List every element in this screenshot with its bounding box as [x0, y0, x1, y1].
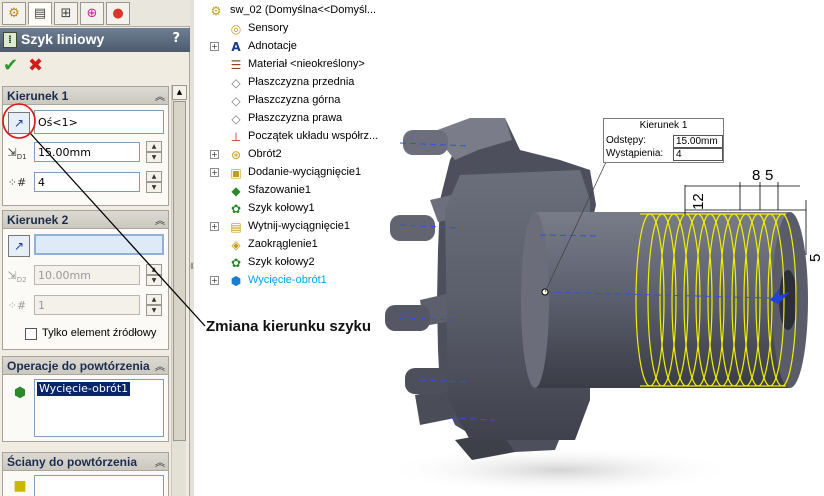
- annotation-text: Zmiana kierunku szyku: [206, 318, 372, 335]
- circular-pattern-icon: ✿: [230, 202, 242, 216]
- tree-item-fillet[interactable]: ◈ Zaokrąglenie1: [0, 236, 380, 254]
- callout-spacing-value[interactable]: 15.00mm: [673, 135, 723, 148]
- circular-pattern-icon: ✿: [230, 256, 242, 270]
- chamfer-icon: ◆: [231, 184, 241, 198]
- dimension-8: 8: [752, 167, 760, 184]
- tree-item-circular-pattern1[interactable]: ✿ Szyk kołowy1: [0, 200, 380, 218]
- tree-item-chamfer[interactable]: ◆ Sfazowanie1: [0, 182, 380, 200]
- pattern-callout: Kierunek 1 Odstępy: 15.00mm Wystąpienia:…: [603, 118, 724, 163]
- expand-icon[interactable]: +: [210, 222, 219, 231]
- tree-item-label: Płaszczyzna przednia: [248, 76, 355, 88]
- tree-root[interactable]: ⚙ sw_02 (Domyślna<<Domyśl...: [0, 2, 380, 20]
- plane-icon: ◇: [231, 112, 241, 126]
- tree-item-sensory[interactable]: ◎ Sensory: [0, 20, 380, 38]
- dimension-5-top: 5: [765, 167, 773, 184]
- tree-item-material[interactable]: ☰ Materiał <nieokreślony>: [0, 56, 380, 74]
- expand-icon[interactable]: +: [210, 42, 219, 51]
- feature-manager-tree: ⚙ sw_02 (Domyślna<<Domyśl... ◎ Sensory +…: [0, 0, 380, 300]
- tree-item-label: Adnotacje: [248, 40, 297, 52]
- callout-title: Kierunek 1: [639, 120, 688, 131]
- tree-item-label: Szyk kołowy2: [248, 256, 315, 268]
- part-icon: ⚙: [210, 4, 222, 18]
- tree-item-extrude[interactable]: + ▣ Dodanie-wyciągnięcie1: [0, 164, 380, 182]
- expand-icon[interactable]: +: [210, 276, 219, 285]
- tree-item-adnotacje[interactable]: + A Adnotacje: [0, 38, 380, 56]
- floor-shadow: [380, 446, 740, 494]
- revolve-icon: ⊛: [230, 148, 242, 162]
- callout-instances-value[interactable]: 4: [673, 148, 723, 161]
- cut-revolve-icon: ⬢: [230, 274, 242, 288]
- tree-item-origin[interactable]: ⊥ Początek układu współrz...: [0, 128, 380, 146]
- callout-spacing-label: Odstępy:: [606, 135, 647, 146]
- material-icon: ☰: [230, 58, 242, 72]
- tree-item-label: Wycięcie-obrót1: [248, 274, 327, 286]
- plane-icon: ◇: [231, 76, 241, 90]
- tree-item-label: Początek układu współrz...: [248, 130, 379, 142]
- tree-item-cut-extrude[interactable]: + ▤ Wytnij-wyciągnięcie1: [0, 218, 380, 236]
- tree-item-label: Obrót2: [248, 148, 282, 160]
- tree-item-top-plane[interactable]: ◇ Płaszczyzna górna: [0, 92, 380, 110]
- expand-icon[interactable]: +: [210, 168, 219, 177]
- tree-item-cut-revolve[interactable]: + ⬢ Wycięcie-obrót1: [0, 272, 380, 290]
- extrude-icon: ▣: [230, 166, 242, 180]
- tree-item-front-plane[interactable]: ◇ Płaszczyzna przednia: [0, 74, 380, 92]
- sensor-icon: ◎: [230, 22, 242, 36]
- tree-item-label: Płaszczyzna górna: [248, 94, 341, 106]
- tree-item-label: Dodanie-wyciągnięcie1: [248, 166, 362, 178]
- plane-icon: ◇: [231, 94, 241, 108]
- callout-instances-label: Wystąpienia:: [606, 148, 664, 159]
- tree-item-label: Sensory: [248, 22, 289, 34]
- tree-item-label: Sfazowanie1: [248, 184, 311, 196]
- origin-icon: ⊥: [230, 130, 242, 144]
- expand-icon[interactable]: +: [210, 150, 219, 159]
- tree-item-label: Szyk kołowy1: [248, 202, 315, 214]
- tree-item-label: Płaszczyzna prawa: [248, 112, 343, 124]
- tree-item-obrot2[interactable]: + ⊛ Obrót2: [0, 146, 380, 164]
- annotations-icon: A: [231, 40, 241, 54]
- tree-item-right-plane[interactable]: ◇ Płaszczyzna prawa: [0, 110, 380, 128]
- tree-item-label: Wytnij-wyciągnięcie1: [248, 220, 350, 232]
- tree-item-label: Materiał <nieokreślony>: [248, 58, 365, 70]
- dimension-5-right: 5: [807, 254, 824, 262]
- dimension-12: 12: [690, 193, 707, 210]
- tree-item-circular-pattern2[interactable]: ✿ Szyk kołowy2: [0, 254, 380, 272]
- fillet-icon: ◈: [231, 238, 241, 252]
- tree-item-label: Zaokrąglenie1: [248, 238, 318, 250]
- tree-root-label: sw_02 (Domyślna<<Domyśl...: [230, 4, 377, 16]
- cut-extrude-icon: ▤: [230, 220, 242, 234]
